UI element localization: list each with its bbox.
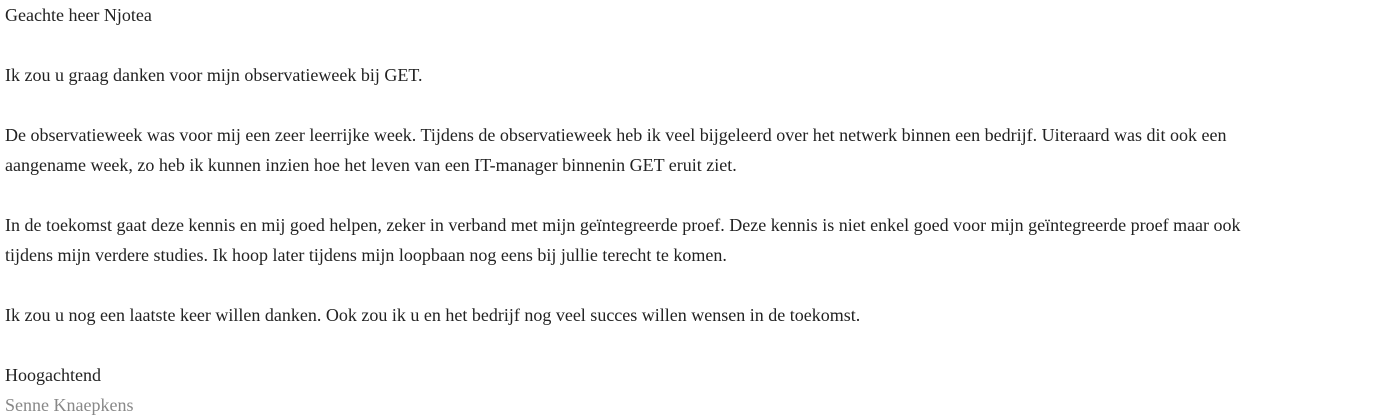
paragraph-line: aangename week, zo heb ik kunnen inzien … (5, 155, 737, 175)
closing: Hoogachtend (5, 365, 101, 385)
paragraph-future: In de toekomst gaat deze kennis en mij g… (5, 210, 1378, 270)
paragraph-line: De observatieweek was voor mij een zeer … (5, 125, 1227, 145)
paragraph-line: tijdens mijn verdere studies. Ik hoop la… (5, 245, 727, 265)
salutation: Geachte heer Njotea (5, 5, 152, 25)
letter-body: Geachte heer Njotea Ik zou u graag danke… (0, 0, 1386, 420)
paragraph-thanks: Ik zou u graag danken voor mijn observat… (5, 65, 423, 85)
paragraph-line: In de toekomst gaat deze kennis en mij g… (5, 215, 1241, 235)
paragraph-observation-week: De observatieweek was voor mij een zeer … (5, 120, 1378, 180)
paragraph-closing-thanks: Ik zou u nog een laatste keer willen dan… (5, 305, 861, 325)
